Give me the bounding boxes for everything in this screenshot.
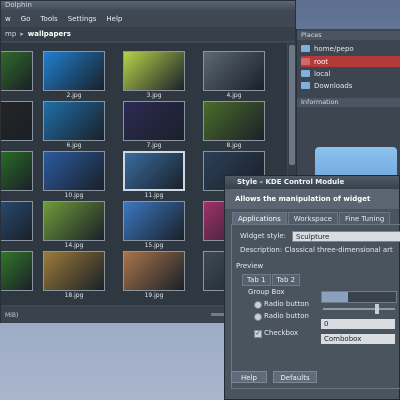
checkbox-label: Checkbox [264, 329, 299, 337]
menu-item-help[interactable]: Help [102, 15, 128, 23]
preview-tab-1[interactable]: Tab 1 [242, 274, 271, 286]
help-button[interactable]: Help [231, 371, 267, 383]
thumbnail-caption: 2.jpg [66, 92, 82, 99]
thumbnail-caption: 10.jpg [64, 192, 84, 199]
wallpaper-thumbnail[interactable] [43, 101, 105, 141]
thumbnail-caption: 15.jpg [144, 242, 164, 249]
style-description: Description: Classical three-dimensional… [240, 246, 393, 254]
wallpaper-thumbnail[interactable] [43, 201, 105, 241]
place-label: home/pepo [314, 44, 354, 53]
wallpaper-thumbnail[interactable] [1, 251, 33, 291]
breadcrumb-parent[interactable]: mp [1, 30, 16, 38]
menu-item-edit[interactable]: w [1, 15, 17, 23]
preview-tab-2[interactable]: Tab 2 [271, 274, 301, 286]
preview-label: Preview [236, 262, 264, 270]
breadcrumb: mp ▸ wallpapers [1, 27, 295, 41]
preview-slider-knob[interactable] [375, 304, 379, 314]
place-label: Downloads [314, 81, 353, 90]
wallpaper-thumbnail[interactable] [203, 51, 265, 91]
defaults-button[interactable]: Defaults [273, 371, 317, 383]
dialog-titlebar[interactable]: Style – KDE Control Module [225, 176, 399, 189]
place-local[interactable]: local [301, 68, 400, 79]
scrollbar-handle[interactable] [289, 45, 295, 165]
menubar: w Go Tools Settings Help [1, 13, 295, 25]
place-label: local [314, 69, 331, 78]
widget-style-label: Widget style: [240, 232, 287, 240]
place-root[interactable]: root [301, 56, 400, 67]
place-label: root [314, 57, 329, 66]
thumbnail-caption: 18.jpg [64, 292, 84, 299]
preview-slider[interactable] [323, 308, 395, 310]
group-box-label: Group Box [248, 288, 285, 296]
wallpaper-thumbnail[interactable] [1, 51, 33, 91]
wallpaper-thumbnail[interactable] [43, 151, 105, 191]
menu-item-settings[interactable]: Settings [64, 15, 103, 23]
wallpaper-thumbnail[interactable] [1, 201, 33, 241]
thumbnail-caption: 8.jpg [226, 142, 242, 149]
thumbnail-caption: 4.jpg [226, 92, 242, 99]
radio-label-2: Radio button [264, 312, 309, 320]
spinbox[interactable]: 0 [321, 319, 395, 329]
wallpaper-thumbnail[interactable] [43, 251, 105, 291]
wallpaper-thumbnail[interactable] [123, 201, 185, 241]
style-dialog: Style – KDE Control Module Allows the ma… [224, 175, 400, 400]
status-text: MiB) [5, 311, 19, 319]
progress-fill [322, 292, 348, 302]
progress-bar [321, 291, 397, 303]
thumbnail-caption: 7.jpg [146, 142, 162, 149]
thumbnail-caption: 3.jpg [146, 92, 162, 99]
wallpaper-thumbnail[interactable] [123, 51, 185, 91]
thumbnail-caption: 14.jpg [64, 242, 84, 249]
window-titlebar[interactable]: Dolphin [1, 1, 295, 10]
place-home[interactable]: home/pepo [301, 43, 400, 54]
radio-button-2[interactable] [254, 313, 262, 321]
dialog-heading: Allows the manipulation of widget behavi… [225, 189, 399, 223]
wallpaper-thumbnail[interactable] [1, 151, 33, 191]
wallpaper-thumbnail[interactable] [43, 51, 105, 91]
dialog-title: Style – KDE Control Module [237, 178, 345, 186]
breadcrumb-arrow-icon: ▸ [20, 30, 24, 38]
widget-style-combo[interactable]: Sculpture [292, 231, 400, 242]
wallpaper-thumbnail[interactable] [123, 151, 185, 191]
thumbnail-caption: 6.jpg [66, 142, 82, 149]
menu-item-go[interactable]: Go [17, 15, 37, 23]
folder-icon [301, 82, 310, 89]
wallpaper-thumbnail[interactable] [203, 101, 265, 141]
thumbnail-caption: 11.jpg [144, 192, 164, 199]
breadcrumb-current[interactable]: wallpapers [28, 30, 71, 38]
radio-button-1[interactable] [254, 301, 262, 309]
places-header: Places [297, 31, 400, 40]
information-header: Information [297, 98, 400, 107]
wallpaper-thumbnail[interactable] [1, 101, 33, 141]
folder-icon [301, 58, 310, 65]
window-title: Dolphin [5, 1, 32, 9]
preview-tabs: Tab 1 Tab 2 [242, 274, 301, 286]
preview-combobox[interactable]: Combobox [321, 334, 395, 344]
thumbnail-caption: 19.jpg [144, 292, 164, 299]
menu-item-tools[interactable]: Tools [36, 15, 63, 23]
folder-icon [301, 45, 310, 52]
radio-label-1: Radio button [264, 300, 309, 308]
folder-icon [301, 70, 310, 77]
wallpaper-thumbnail[interactable] [123, 101, 185, 141]
checkbox[interactable]: ✓ [254, 330, 262, 338]
place-downloads[interactable]: Downloads [301, 80, 400, 91]
wallpaper-thumbnail[interactable] [123, 251, 185, 291]
